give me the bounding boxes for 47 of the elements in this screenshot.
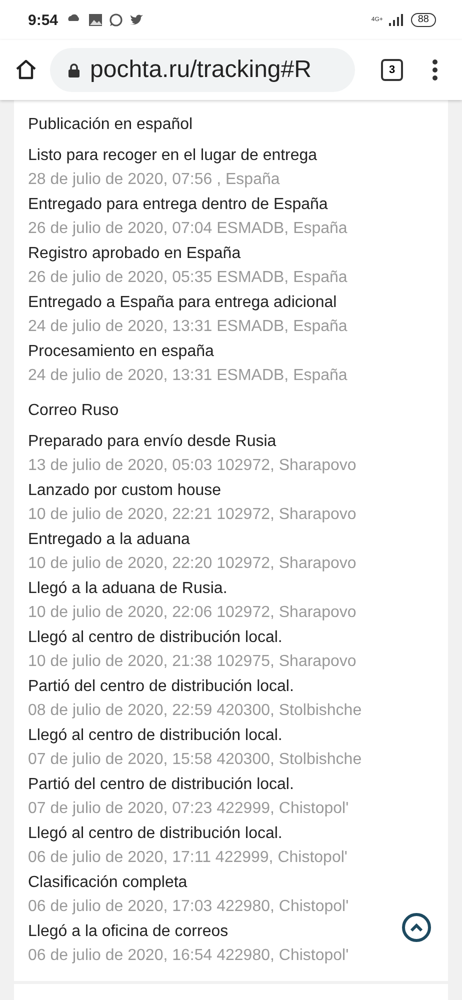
event-detail: 06 de julio de 2020, 17:03 422980, Chistopolʹ [28,897,349,917]
event-status: Partió del centro de distribución local. [28,775,294,795]
event-status: Partió del centro de distribución local. [28,677,294,697]
event-detail: 10 de julio de 2020, 21:38 102975, Sharapovo [28,652,356,672]
lock-icon [68,62,80,78]
event-detail: 26 de julio de 2020, 05:35 ESMADB, España [28,268,348,288]
event-status: Entregado a España para entrega adicional [28,293,337,313]
signal-icon [388,14,405,26]
address-bar[interactable]: pochta.ru/tracking#R [50,48,355,92]
tab-count[interactable]: 3 [381,59,403,81]
event-status: Llegó al centro de distribución local. [28,824,282,844]
event-status: Llegó a la oficina de correos [28,922,228,942]
event-detail: 07 de julio de 2020, 07:23 422999, Chistopolʹ [28,799,349,819]
url-text: pochta.ru/tracking#R [90,56,312,84]
event-detail: 06 de julio de 2020, 16:54 422980, Chistopolʹ [28,946,349,966]
section-title: Publicación en español [28,116,193,134]
event-detail: 26 de julio de 2020, 07:04 ESMADB, España [28,219,348,239]
bird-icon [129,14,144,26]
clock: 9:54 [28,12,58,28]
event-status: Listo para recoger en el lugar de entrega [28,146,318,166]
chevron-up-icon [410,923,423,932]
event-status: Llegó al centro de distribución local. [28,628,282,648]
event-status: Clasificación completa [28,873,188,893]
event-detail: 07 de julio de 2020, 15:58 420300, Stolbishche [28,750,362,770]
event-detail: 28 de julio de 2020, 07:56 , España [28,170,280,190]
event-status: Entregado a la aduana [28,530,190,550]
menu-icon[interactable] [431,59,439,81]
event-detail: 13 de julio de 2020, 05:03 102972, Sharapovo [28,456,356,476]
event-status: Preparado para envío desde Rusia [28,432,276,452]
chat-bubble-icon [109,13,124,27]
event-detail: 10 de julio de 2020, 22:21 102972, Sharapovo [28,505,356,525]
battery-level: 88 [410,13,436,27]
event-status: Lanzado por custom house [28,481,222,501]
event-status: Entregado para entrega dentro de España [28,195,328,215]
home-icon[interactable] [14,58,38,82]
event-detail: 10 de julio de 2020, 22:20 102972, Sharapovo [28,554,356,574]
image-icon [88,13,104,27]
section-title: Correo Ruso [28,402,119,420]
event-detail: 24 de julio de 2020, 13:31 ESMADB, España [28,366,348,386]
event-status: Llegó al centro de distribución local. [28,726,282,746]
event-detail: 10 de julio de 2020, 22:06 102972, Sharapovo [28,603,356,623]
event-detail: 24 de julio de 2020, 13:31 ESMADB, España [28,317,348,337]
event-detail: 08 de julio de 2020, 22:59 420300, Stolbishche [28,701,362,721]
event-detail: 06 de julio de 2020, 17:11 422999, Chistopolʹ [28,848,348,868]
event-status: Registro aprobado en España [28,244,241,264]
event-status: Llegó a la aduana de Rusia. [28,579,228,599]
event-status: Procesamiento en españa [28,342,214,362]
